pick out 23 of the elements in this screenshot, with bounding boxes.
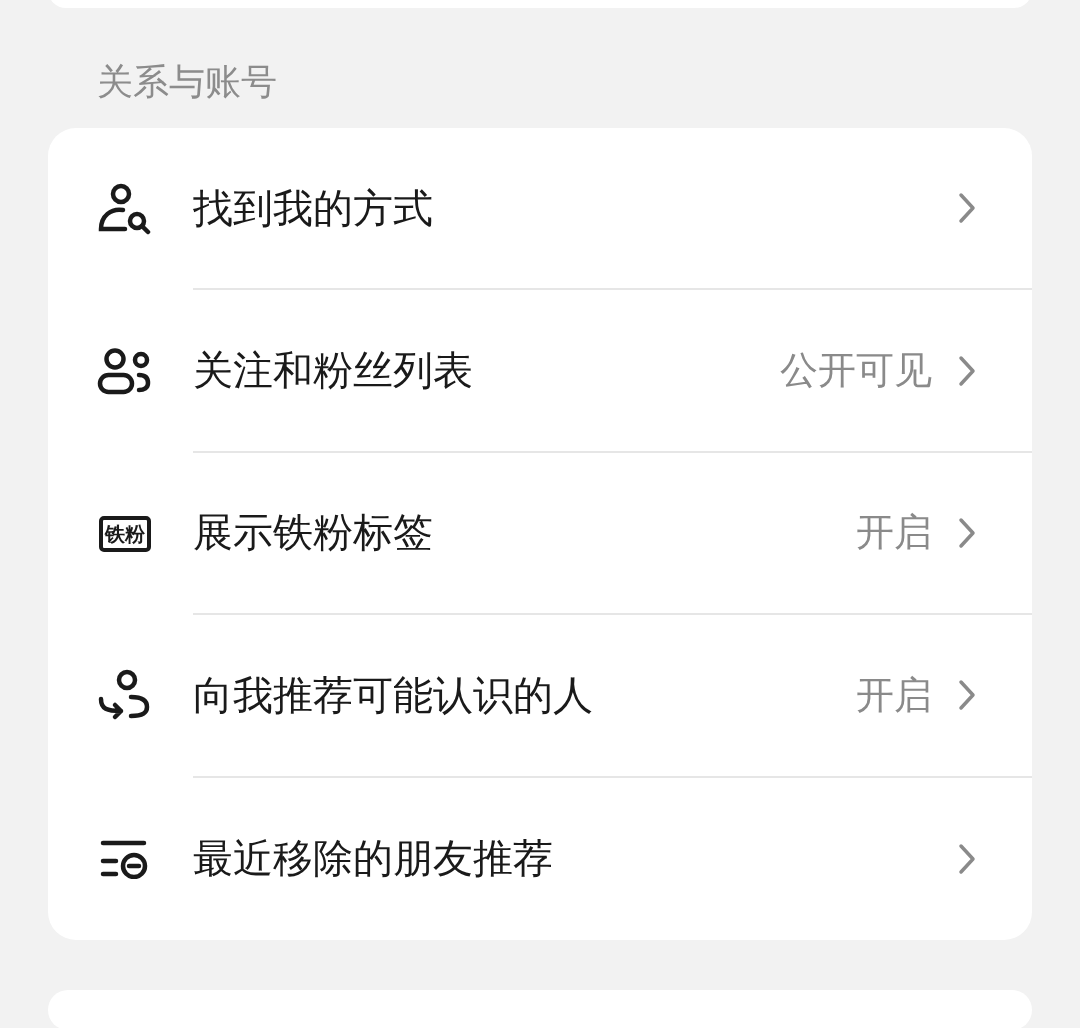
row-value: 开启	[856, 671, 932, 719]
chevron-icon	[958, 192, 976, 225]
chevron-icon	[958, 516, 976, 549]
row-value: 公开可见	[780, 347, 932, 395]
chevron-icon	[958, 679, 976, 712]
row-label: 找到我的方式	[193, 183, 434, 233]
row-label: 关注和粉丝列表	[193, 346, 474, 396]
list-icon	[99, 838, 150, 879]
badge-icon: 铁粉	[98, 515, 151, 552]
chevron-icon	[958, 842, 976, 875]
row-label: 展示铁粉标签	[193, 508, 434, 558]
settings-row[interactable]: 最近移除的朋友推荐	[48, 777, 1032, 940]
settings-row[interactable]: 关注和粉丝列表 公开可见	[48, 290, 1032, 453]
section-title: 关系与账号	[96, 60, 278, 104]
row-label: 最近移除的朋友推荐	[193, 834, 554, 884]
people-icon	[96, 347, 153, 396]
row-label: 向我推荐可能认识的人	[193, 670, 594, 720]
chevron-icon	[958, 354, 976, 387]
person-search-icon	[96, 183, 153, 236]
settings-row[interactable]: 找到我的方式	[48, 128, 1032, 291]
settings-row[interactable]: 向我推荐可能认识的人 开启	[48, 615, 1032, 778]
settings-row[interactable]: 铁粉 展示铁粉标签 开启	[48, 452, 1032, 616]
row-value: 开启	[856, 509, 932, 557]
